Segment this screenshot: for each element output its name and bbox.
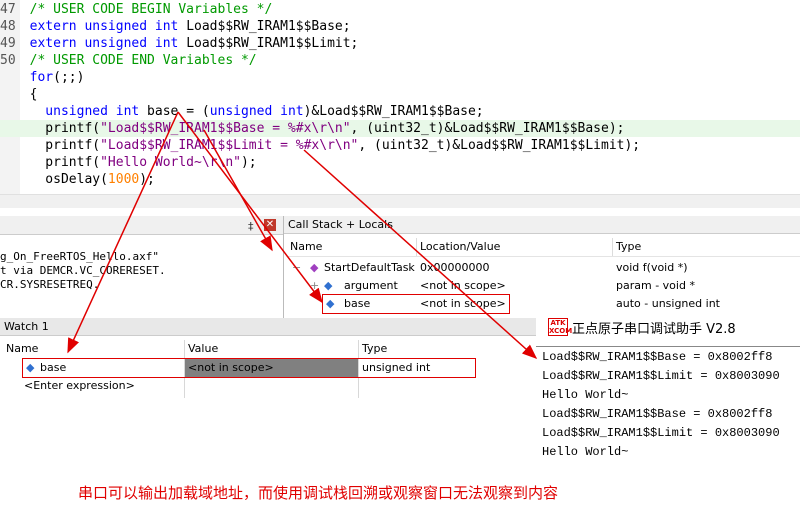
- arrow-to-locals-2: [203, 129, 273, 252]
- annotation-arrows: [67, 111, 538, 360]
- arrow-to-serial: [303, 149, 538, 360]
- arrow-to-watch: [67, 111, 179, 354]
- arrow-to-locals: [177, 111, 323, 304]
